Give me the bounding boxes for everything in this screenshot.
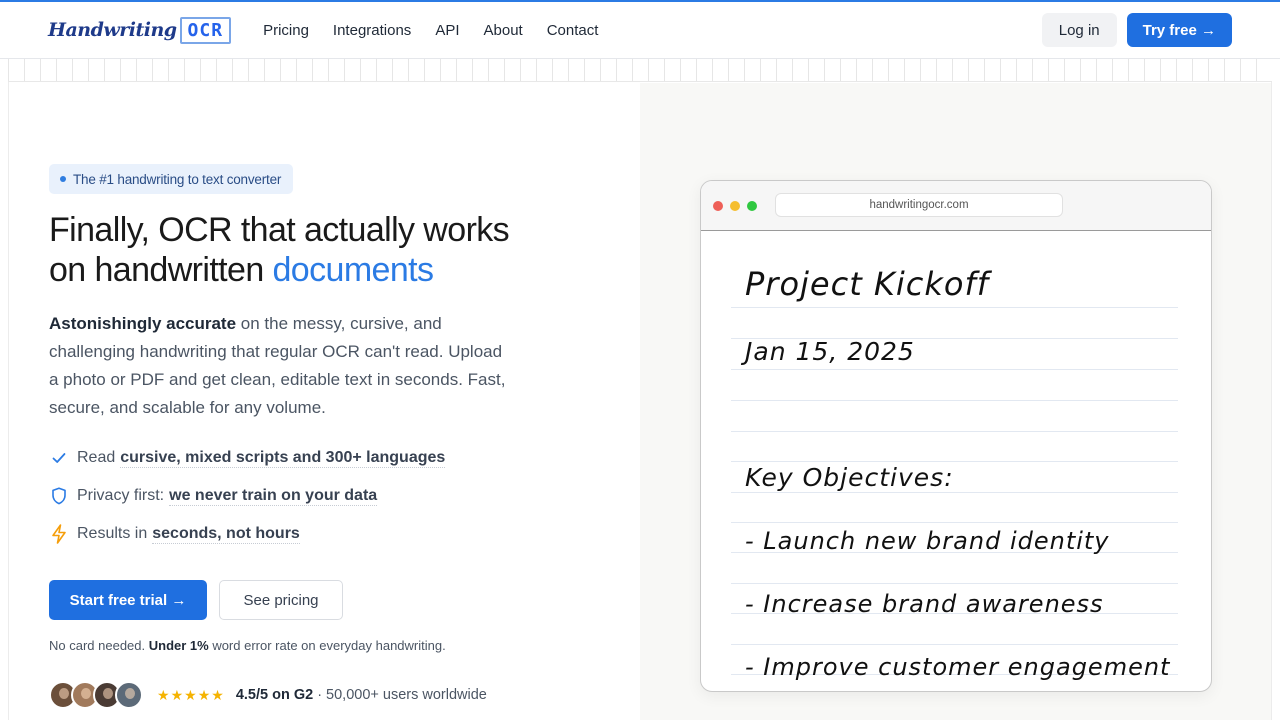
ruled-line: [731, 369, 1178, 370]
handwritten-note: Project Kickoff Jan 15, 2025 Key Objecti…: [701, 231, 1211, 691]
frame-line-left: [8, 82, 9, 720]
feature-item-languages: Read cursive, mixed scripts and 300+ lan…: [49, 446, 446, 470]
feature-prefix: Read: [77, 449, 116, 466]
avatar-group: [49, 681, 143, 709]
login-button[interactable]: Log in: [1041, 13, 1117, 47]
feature-prefix: Privacy first:: [77, 487, 165, 504]
rating-text: 4.5/5 on G2: [235, 687, 314, 703]
avatar: [115, 681, 143, 709]
nav-links: Pricing Integrations API About Contact: [263, 22, 598, 39]
star-icon: ★: [170, 686, 184, 703]
note-title: Project Kickoff: [745, 265, 990, 303]
headline-accent-word: documents: [272, 251, 435, 289]
nav-actions: Log in Try free →: [1041, 13, 1232, 47]
url-bar: handwritingocr.com: [775, 193, 1063, 217]
try-free-button[interactable]: Try free →: [1126, 13, 1232, 47]
headline-line2: on handwritten: [49, 251, 273, 289]
ruled-line: [731, 431, 1178, 432]
social-proof: ★ ★ ★ ★ ★ 4.5/5 on G2 · 50,000+ users wo…: [49, 680, 487, 710]
fine-print-emphasis: Under 1%: [148, 638, 209, 653]
frame-line-right: [1271, 82, 1272, 720]
star-icon: ★: [197, 686, 211, 703]
start-free-trial-button[interactable]: Start free trial →: [49, 580, 207, 620]
feature-emphasis[interactable]: we never train on your data: [169, 487, 378, 506]
grid-strip: [8, 59, 1272, 82]
feature-item-speed: Results in seconds, not hours: [49, 522, 445, 546]
feature-emphasis[interactable]: cursive, mixed scripts and 300+ language…: [120, 449, 446, 468]
badge-text: The #1 handwriting to text converter: [73, 171, 282, 187]
close-dot-icon: [713, 200, 723, 211]
note-item: - Increase brand awareness: [745, 590, 1104, 618]
shield-icon: [49, 486, 69, 506]
nav-link-pricing[interactable]: Pricing: [263, 22, 309, 39]
lightning-icon: [49, 524, 69, 544]
feature-item-privacy: Privacy first: we never train on your da…: [49, 484, 445, 508]
ruled-line: [731, 461, 1178, 462]
note-item: - Launch new brand identity: [745, 527, 1110, 555]
nav-link-integrations[interactable]: Integrations: [333, 22, 411, 39]
ruled-line: [731, 583, 1178, 584]
note-item: - Improve customer engagement: [745, 653, 1171, 681]
fine-print: No card needed. Under 1% word error rate…: [49, 638, 446, 653]
see-pricing-button[interactable]: See pricing: [219, 580, 343, 620]
maximize-dot-icon: [747, 200, 757, 211]
hero-description: Astonishingly accurate on the messy, cur…: [49, 310, 509, 422]
badge-dot-icon: [60, 176, 66, 182]
hero-badge: The #1 handwriting to text converter: [49, 164, 294, 194]
nav-link-contact[interactable]: Contact: [547, 22, 599, 39]
headline-line1: Finally, OCR that actually works: [49, 211, 510, 249]
fine-print-rest: word error rate on everyday handwriting.: [208, 638, 446, 653]
feature-emphasis[interactable]: seconds, not hours: [152, 525, 300, 544]
logo[interactable]: Handwriting OCR: [48, 15, 232, 45]
feature-prefix: Results in: [77, 525, 148, 542]
star-rating: ★ ★ ★ ★ ★: [157, 687, 224, 704]
note-heading: Key Objectives:: [745, 463, 954, 492]
feature-list: Read cursive, mixed scripts and 300+ lan…: [49, 446, 446, 560]
fine-print-prefix: No card needed.: [49, 638, 149, 653]
check-icon: [49, 448, 69, 468]
top-nav: Handwriting OCR Pricing Integrations API…: [0, 2, 1280, 59]
logo-ocr-mark: OCR: [179, 16, 232, 44]
description-emphasis: Astonishingly accurate: [49, 314, 237, 333]
hero-headline: Finally, OCR that actually works on hand…: [49, 210, 609, 290]
ruled-line: [731, 400, 1178, 401]
minimize-dot-icon: [730, 200, 740, 211]
ruled-line: [731, 644, 1178, 645]
ruled-line: [731, 492, 1178, 493]
nav-link-about[interactable]: About: [484, 22, 523, 39]
star-icon: ★: [211, 686, 224, 703]
ruled-line: [731, 307, 1178, 308]
browser-toolbar: handwritingocr.com: [701, 181, 1211, 231]
ruled-line: [731, 522, 1178, 523]
nav-link-api[interactable]: API: [435, 22, 459, 39]
user-count: · 50,000+ users worldwide: [317, 687, 487, 703]
star-icon: ★: [184, 686, 197, 703]
browser-mockup: handwritingocr.com Project Kickoff Jan 1…: [700, 180, 1212, 692]
star-icon: ★: [157, 686, 170, 703]
note-date: Jan 15, 2025: [745, 337, 915, 366]
logo-script: Handwriting: [48, 19, 177, 41]
